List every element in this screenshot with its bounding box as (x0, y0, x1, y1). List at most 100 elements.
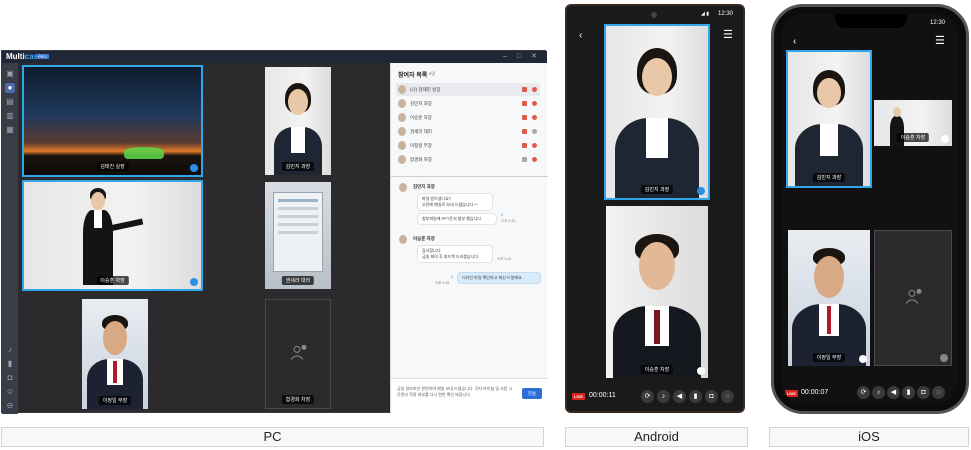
window-controls[interactable]: – □ ✕ (503, 52, 541, 60)
camera-icon[interactable] (522, 143, 527, 148)
mic-icon[interactable] (532, 143, 537, 148)
video-tile[interactable]: 함경화 차장 (265, 299, 331, 409)
camera-icon[interactable] (522, 101, 527, 106)
live-badge: LIVE (785, 390, 798, 397)
avatar (398, 155, 406, 164)
back-icon[interactable]: ‹ (579, 30, 582, 41)
video-tile[interactable]: 이정일 부장 (788, 230, 870, 366)
settings-icon[interactable]: ▦ (5, 125, 15, 135)
chat-text: 첨부파일에 PPT문서 첨부 했습니다. (422, 216, 483, 221)
camera-icon[interactable]: ▣ (5, 69, 15, 79)
participant-name: 함경화 차장 (410, 157, 432, 162)
video-tile[interactable]: 권세라 대리 (265, 182, 331, 289)
share-icon[interactable]: ◌ (721, 390, 734, 403)
tile-label: 이승훈 차장 (96, 276, 129, 285)
camera-icon[interactable] (522, 129, 527, 134)
mic-icon[interactable]: ▮ (689, 390, 702, 403)
participant-name: 이승훈 차장 (410, 115, 432, 120)
share-icon[interactable]: ▥ (5, 111, 15, 121)
participant-row[interactable]: (나) 김태진 실장 (396, 83, 540, 96)
doc-icon[interactable]: ▤ (5, 97, 15, 107)
music-icon[interactable]: ♪ (5, 345, 15, 355)
speaker-icon[interactable]: ◀ (673, 390, 686, 403)
chat-text: 금일 회의 후 피드백 드리겠습니다. (422, 254, 480, 259)
chat-input-area[interactable]: 금일 정보보안 관련하여 메일 보내 드렸습니다. 각자 마이칩 및 사람 시간… (391, 378, 548, 414)
participant-row[interactable]: 김민지 과장 (396, 97, 540, 110)
mic-icon[interactable] (532, 87, 537, 92)
avatar (398, 141, 406, 150)
status-time: 12:30 (717, 11, 733, 17)
video-tile[interactable]: 김민지 과장 (604, 24, 710, 200)
camera-icon[interactable]: ◘ (705, 390, 718, 403)
camera-off-icon[interactable] (522, 157, 527, 162)
video-tile[interactable] (874, 230, 952, 366)
panel-divider[interactable] (391, 176, 548, 177)
participant-row[interactable]: 함경화 차장 (396, 153, 540, 166)
menu-icon[interactable]: ☰ (723, 28, 733, 41)
participant-photo (79, 188, 144, 285)
mic-icon[interactable] (532, 115, 537, 120)
participant-photo (609, 48, 705, 198)
menu-icon[interactable]: ☰ (935, 34, 945, 47)
pc-sidebar: ▣ ● ▤ ▥ ▦ ♪ ▮ ◘ ☺ ⊖ (2, 63, 18, 414)
switch-camera-icon[interactable]: ⟳ (857, 386, 870, 399)
mic-off-icon[interactable] (532, 129, 537, 134)
video-tile[interactable]: 이승훈 차장 (22, 180, 203, 291)
logo-text: Multi (6, 52, 25, 61)
participants-count: 6명 (429, 71, 435, 76)
chat-text: 디자인 파일 확인하고 회신 드릴께요. (462, 275, 523, 280)
chat-sender-name: 이승훈 차장 (413, 236, 435, 241)
send-button[interactable]: 전송 (522, 388, 542, 399)
music-icon[interactable]: ♪ (872, 386, 885, 399)
participants-icon[interactable]: ● (5, 83, 15, 93)
camera-icon[interactable] (522, 115, 527, 120)
mic-icon[interactable] (532, 157, 537, 162)
avatar (398, 85, 406, 94)
exit-icon[interactable]: ⊖ (5, 401, 15, 411)
participant-row[interactable]: 권세라 대리 (396, 125, 540, 138)
mic-icon[interactable]: ▮ (5, 359, 15, 369)
settings-badge-icon (697, 367, 705, 375)
video-tile[interactable]: 김민지 과장 (786, 50, 872, 188)
tent-shape (124, 147, 164, 159)
camera-icon[interactable] (522, 87, 527, 92)
front-camera (651, 12, 657, 18)
participant-row[interactable]: 이승훈 차장 (396, 111, 540, 124)
person-icon[interactable]: ☺ (5, 387, 15, 397)
speaker-icon[interactable]: ◀ (887, 386, 900, 399)
unread-count: 2 (501, 213, 503, 217)
video-tile[interactable]: 이승훈 차장 (606, 206, 708, 378)
avatar (398, 99, 406, 108)
participant-photo (790, 246, 868, 366)
participant-photo (268, 81, 328, 175)
video-tile[interactable]: 이정일 부장 (82, 299, 148, 409)
chat-bubble: 파일 받으셨나요? 오전에 메일로 보내 드렸습니다 ^^ (417, 193, 493, 211)
participant-photo (85, 313, 145, 409)
chat-input[interactable]: 금일 정보보안 관련하여 메일 보내 드렸습니다. 각자 마이칩 및 사람 시간… (397, 386, 515, 398)
video-tile[interactable]: 김태진 실장 (22, 65, 203, 177)
chat-time: 오후 3:35 (435, 281, 450, 285)
participants-title: 참여자 목록 (398, 73, 428, 79)
music-icon[interactable]: ♪ (657, 390, 670, 403)
chat-bubble: 첨부파일에 PPT문서 첨부 했습니다. (417, 213, 497, 225)
speaker-badge-icon (697, 187, 705, 195)
tile-label: 김민지 과장 (281, 162, 315, 171)
mic-icon[interactable]: ▮ (902, 386, 915, 399)
video-tile[interactable]: 김민지 과장 (265, 67, 331, 175)
back-icon[interactable]: ‹ (793, 36, 796, 47)
pc-caption: PC (1, 427, 544, 447)
camera-icon[interactable]: ◘ (917, 386, 930, 399)
speaker-badge-icon (190, 164, 198, 172)
participant-name: (나) 김태진 실장 (410, 87, 441, 92)
camera-shot-icon[interactable]: ◘ (5, 373, 15, 383)
call-controls: LIVE 00:00:11 ⟳ ♪ ◀ ▮ ◘ ◌ (567, 385, 743, 409)
share-icon[interactable]: ◌ (932, 386, 945, 399)
avatar (398, 127, 406, 136)
video-tile[interactable]: 이승훈 차장 (874, 100, 952, 146)
mic-icon[interactable] (532, 101, 537, 106)
switch-camera-icon[interactable]: ⟳ (641, 390, 654, 403)
shared-screen (273, 192, 323, 272)
participant-row[interactable]: 이정일 부장 (396, 139, 540, 152)
tile-label: 이정일 부장 (98, 396, 132, 405)
ios-caption: iOS (769, 427, 969, 447)
